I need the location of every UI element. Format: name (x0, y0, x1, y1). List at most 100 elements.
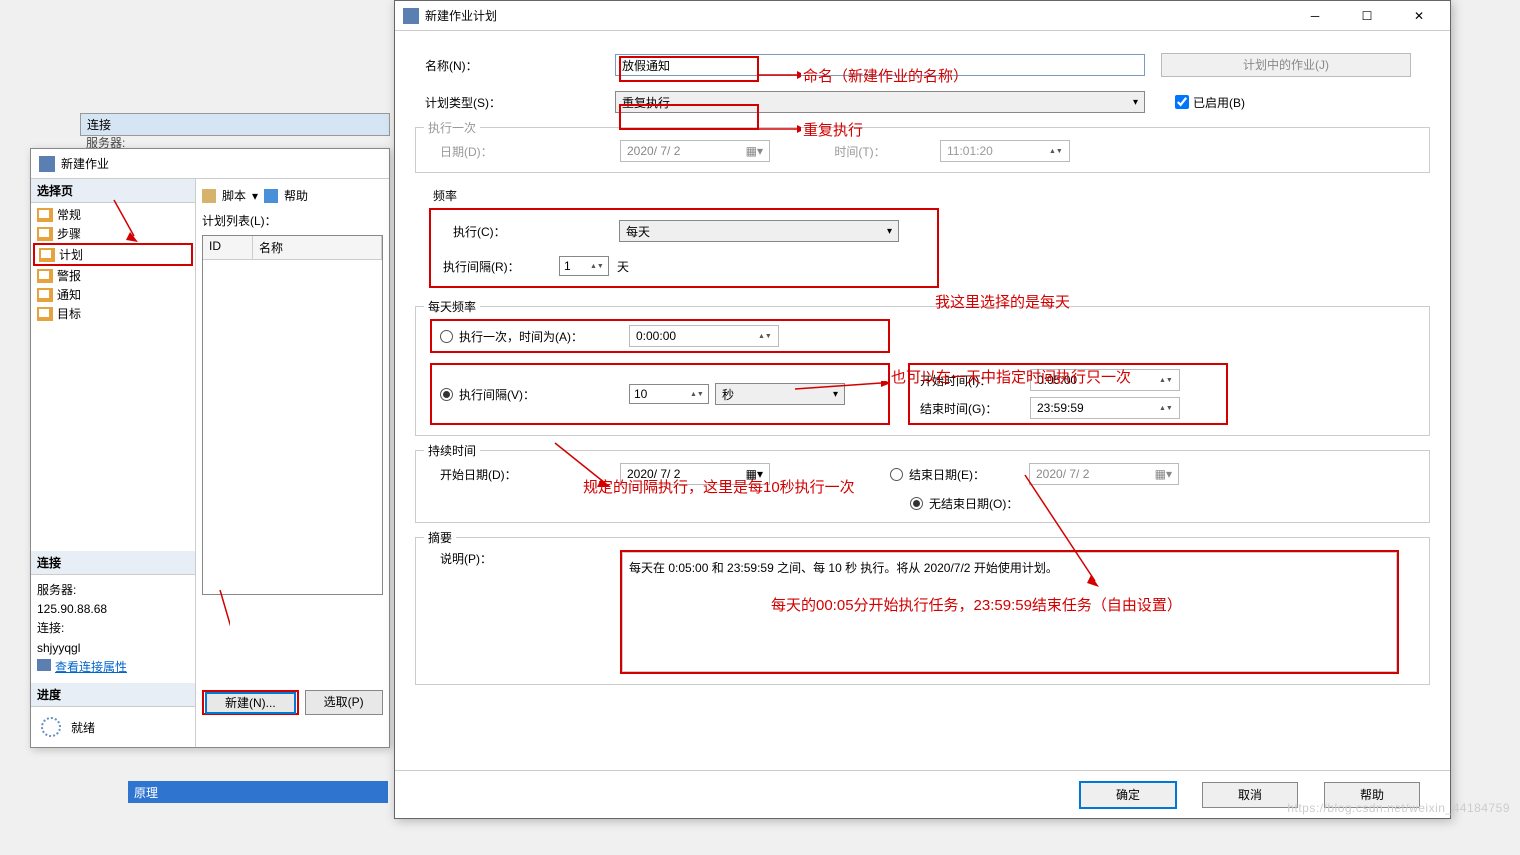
spin-icon[interactable]: ▲▼ (758, 333, 772, 340)
win1-title-text: 新建作业 (61, 149, 109, 179)
win2-titlebar[interactable]: 新建作业计划 ─ ☐ ✕ (395, 1, 1450, 31)
daily-interval-val: 10 (634, 387, 647, 401)
enabled-label: 已启用(B) (1193, 94, 1245, 111)
plan-list-table[interactable]: ID 名称 (202, 235, 383, 595)
win2-title-text: 新建作业计划 (425, 7, 497, 24)
new-schedule-dialog: 新建作业计划 ─ ☐ ✕ 名称(N)： 计划中的作业(J) 计划类型(S)： 重… (394, 0, 1451, 819)
page-icon (37, 269, 53, 283)
interval-input[interactable]: 1▲▼ (559, 256, 609, 276)
daily-once-radio[interactable] (440, 330, 453, 343)
nav-label: 警报 (57, 267, 81, 284)
progress-header: 进度 (31, 683, 195, 707)
execute-once-group: 执行一次 日期(D)： 2020/ 7/ 2▦▾ 时间(T)： 11:01:20… (415, 127, 1430, 173)
schedule-icon (403, 8, 419, 24)
nav-schedule[interactable]: 计划 (33, 243, 193, 266)
nav-alerts[interactable]: 警报 (33, 266, 193, 285)
no-end-radio[interactable] (910, 497, 923, 510)
chevron-down-icon: ▾ (833, 389, 838, 400)
no-end-label: 无结束日期(O)： (929, 495, 1018, 512)
spin-icon[interactable]: ▲▼ (1159, 405, 1173, 412)
summary-legend: 摘要 (424, 529, 456, 546)
calendar-icon: ▦▾ (1155, 467, 1172, 481)
daily-interval-radio[interactable] (440, 388, 453, 401)
end-time-input[interactable]: 23:59:59 ▲▼ (1030, 397, 1180, 419)
app-icon (39, 156, 55, 172)
script-button[interactable]: 脚本 (222, 187, 246, 204)
col-id[interactable]: ID (203, 236, 253, 259)
nav-notify[interactable]: 通知 (33, 285, 193, 304)
end-time-label: 结束时间(G)： (920, 400, 1030, 417)
daily-once-label: 执行一次，时间为(A)： (459, 328, 629, 345)
dropdown-icon[interactable]: ▾ (252, 189, 258, 203)
ready-label: 就绪 (71, 719, 95, 736)
server-value: 125.90.88.68 (37, 600, 189, 619)
desc-label: 说明(P)： (430, 550, 620, 567)
page-icon (37, 307, 53, 321)
interval-unit: 天 (617, 258, 629, 275)
annot-interval: 规定的间隔执行，这里是每10秒执行一次 (583, 476, 855, 497)
freq-legend: 频率 (429, 187, 1416, 204)
duration-group: 持续时间 开始日期(D)： 2020/ 7/ 2▦▾ 结束日期(E)： 2020… (415, 450, 1430, 523)
type-select[interactable]: 重复执行 ▾ (615, 91, 1145, 113)
annot-once-day: 也可以在一天中指定时间执行只一次 (891, 366, 1131, 387)
nav-label: 步骤 (57, 225, 81, 242)
nav-label: 通知 (57, 286, 81, 303)
props-icon (37, 659, 51, 671)
plan-jobs-button: 计划中的作业(J) (1161, 53, 1411, 77)
annot-name: 命名（新建作业的名称） (803, 65, 968, 86)
spin-icon[interactable]: ▲▼ (1159, 377, 1173, 384)
help-icon (264, 189, 278, 203)
name-label: 名称(N)： (415, 57, 615, 74)
daily-interval-input[interactable]: 10 ▲▼ (629, 384, 709, 404)
new-job-window: 新建作业 选择页 常规 步骤 计划 警报 通知 目标 连接 服务器: 125.9… (30, 148, 390, 748)
maximize-button[interactable]: ☐ (1350, 6, 1384, 26)
help-button[interactable]: 帮助 (284, 187, 308, 204)
script-icon (202, 189, 216, 203)
annot-daily: 我这里选择的是每天 (935, 291, 1070, 312)
page-nav-list: 常规 步骤 计划 警报 通知 目标 (31, 203, 195, 325)
once-date-input: 2020/ 7/ 2▦▾ (620, 140, 770, 162)
annot-box-newbtn: 新建(N)... (202, 690, 299, 715)
end-date-radio[interactable] (890, 468, 903, 481)
once-time-label: 时间(T)： (770, 143, 940, 160)
exec-select[interactable]: 每天 ▾ (619, 220, 899, 242)
interval-label: 执行间隔(R)： (443, 258, 559, 275)
daily-once-time-input[interactable]: 0:00:00▲▼ (629, 325, 779, 347)
connection-header: 连接 (31, 551, 195, 575)
page-icon (39, 248, 55, 262)
end-time-val: 23:59:59 (1037, 401, 1084, 415)
watermark: https://blog.csdn.net/weixin_44184759 (1287, 801, 1510, 815)
minimize-button[interactable]: ─ (1298, 6, 1332, 26)
pick-button[interactable]: 选取(P) (305, 690, 383, 715)
close-button[interactable]: ✕ (1402, 6, 1436, 26)
select-page-header: 选择页 (31, 179, 195, 203)
view-conn-props-link[interactable]: 查看连接属性 (55, 660, 127, 674)
end-date-val: 2020/ 7/ 2 (1036, 467, 1089, 481)
new-button[interactable]: 新建(N)... (206, 693, 295, 713)
col-name[interactable]: 名称 (253, 236, 382, 259)
once-date-label: 日期(D)： (430, 143, 620, 160)
ok-button[interactable]: 确定 (1080, 782, 1176, 808)
nav-steps[interactable]: 步骤 (33, 224, 193, 243)
nav-general[interactable]: 常规 (33, 205, 193, 224)
daily-interval-unit-select[interactable]: 秒▾ (715, 383, 845, 405)
conn-label: 连接: (37, 619, 189, 638)
once-legend: 执行一次 (424, 119, 480, 136)
enabled-checkbox[interactable]: 已启用(B) (1175, 94, 1245, 111)
win1-titlebar[interactable]: 新建作业 (31, 149, 389, 179)
enabled-check-input[interactable] (1175, 95, 1189, 109)
nav-target[interactable]: 目标 (33, 304, 193, 323)
spin-icon[interactable]: ▲▼ (690, 391, 704, 398)
nav-label: 常规 (57, 206, 81, 223)
plan-list-label: 计划列表(L)： (202, 212, 383, 229)
page-icon (37, 288, 53, 302)
once-date-val: 2020/ 7/ 2 (627, 144, 680, 158)
spin-icon[interactable]: ▲▼ (590, 263, 604, 270)
chevron-down-icon: ▾ (1133, 97, 1138, 108)
server-label: 服务器: (37, 581, 189, 600)
cancel-button[interactable]: 取消 (1202, 782, 1298, 808)
win1-toolbar: 脚本 ▾ 帮助 (202, 185, 383, 212)
annot-timerange: 每天的00:05分开始执行任务，23:59:59结束任务（自由设置） (771, 594, 1182, 615)
type-label: 计划类型(S)： (415, 94, 615, 111)
duration-legend: 持续时间 (424, 442, 480, 459)
